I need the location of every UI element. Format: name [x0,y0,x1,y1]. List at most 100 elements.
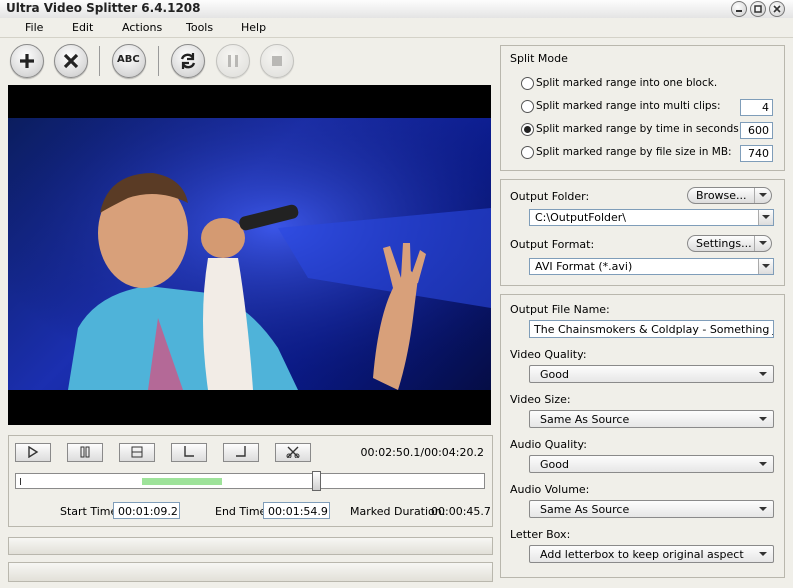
audio-quality-label: Audio Quality: [510,438,587,451]
pause-button[interactable] [216,44,250,78]
encoding-options-group: Output File Name: The Chainsmokers & Col… [500,294,785,578]
window-title: Ultra Video Splitter 6.4.1208 [6,1,201,15]
audio-quality-select[interactable]: Good [529,455,774,473]
split-by-time-label: Split marked range by time in seconds: [536,123,743,135]
output-format-value: AVI Format (*.avi) [535,260,633,273]
maximize-icon[interactable] [750,1,766,17]
chevron-down-icon [759,462,767,466]
menu-actions[interactable]: Actions [122,21,162,34]
split-multi-clips-label: Split marked range into multi clips: [536,100,721,112]
menu-edit[interactable]: Edit [72,21,93,34]
set-start-button[interactable] [171,443,207,462]
menu-file[interactable]: File [25,21,43,34]
chevron-down-icon [762,264,770,268]
browse-button[interactable]: Browse... [687,187,772,204]
player-controls: 00:02:50.1/00:04:20.2 Start Time: 00:01:… [8,435,493,527]
start-time-label: Start Time: [60,505,121,518]
file-name-input[interactable]: The Chainsmokers & Coldplay - Something … [529,320,774,338]
audio-volume-select[interactable]: Same As Source [529,500,774,518]
output-format-label: Output Format: [510,238,595,251]
menu-bar: File Edit Actions Tools Help [0,18,793,38]
chevron-down-icon [759,193,767,197]
video-quality-label: Video Quality: [510,348,587,361]
split-by-time-radio[interactable] [521,123,534,136]
audio-volume-value: Same As Source [540,503,630,516]
video-size-select[interactable]: Same As Source [529,410,774,428]
multi-clips-field[interactable]: 4 [740,99,773,116]
x-icon [63,53,79,69]
title-bar: Ultra Video Splitter 6.4.1208 [0,0,793,19]
video-quality-select[interactable]: Good [529,365,774,383]
window-controls [731,1,785,17]
split-mode-title: Split Mode [510,52,568,65]
video-frame [8,118,491,390]
marked-duration-value: 00:00:45.7 [431,505,491,518]
file-size-field[interactable]: 740 [740,145,773,162]
marked-range [142,478,222,485]
video-size-label: Video Size: [510,393,571,406]
end-time-label: End Time: [215,505,271,518]
chevron-down-icon [759,241,767,245]
output-group: Output Folder: Browse... C:\OutputFolder… [500,179,785,286]
time-seconds-field[interactable]: 600 [740,122,773,139]
letter-box-select[interactable]: Add letterbox to keep original aspect [529,545,774,563]
progress-bar [8,537,493,555]
chevron-down-icon [759,552,767,556]
stop-playback-button[interactable] [119,443,155,462]
output-folder-combo[interactable]: C:\OutputFolder\ [529,209,774,226]
chevron-down-icon [759,507,767,511]
audio-volume-label: Audio Volume: [510,483,590,496]
seek-handle[interactable] [311,471,321,491]
toolbar-separator [158,46,159,76]
end-time-field[interactable]: 00:01:54.9 [263,502,330,519]
pause-playback-button[interactable] [67,443,103,462]
stop-button[interactable] [260,44,294,78]
output-folder-value: C:\OutputFolder\ [535,211,627,224]
split-one-block-label: Split marked range into one block. [536,77,718,89]
settings-button[interactable]: Settings... [687,235,772,252]
start-marker [20,478,21,485]
settings-label: Settings... [696,237,752,250]
audio-quality-value: Good [540,458,569,471]
split-by-size-radio[interactable] [521,146,534,159]
play-icon [28,446,39,458]
refresh-icon [180,53,196,69]
chevron-down-icon [762,215,770,219]
video-preview [8,85,491,425]
add-file-button[interactable] [10,44,44,78]
chevron-down-icon [759,372,767,376]
file-name-value: The Chainsmokers & Coldplay - Something … [534,323,773,336]
menu-help[interactable]: Help [241,21,266,34]
seek-bar[interactable] [15,471,485,491]
scissors-icon [286,446,300,458]
menu-tools[interactable]: Tools [186,21,213,34]
stop-icon [272,56,282,66]
clear-marks-button[interactable] [275,443,311,462]
pause-icon [228,55,238,67]
browse-label: Browse... [696,189,747,202]
video-frame-image [8,118,491,390]
video-quality-value: Good [540,368,569,381]
pause-icon [80,446,90,458]
remove-file-button[interactable] [54,44,88,78]
plus-icon [20,54,34,68]
stop-icon [131,446,143,458]
output-format-combo[interactable]: AVI Format (*.avi) [529,258,774,275]
set-end-button[interactable] [223,443,259,462]
start-time-field[interactable]: 00:01:09.2 [113,502,180,519]
minimize-icon[interactable] [731,1,747,17]
toolbar-separator [99,46,100,76]
split-mode-group: Split Mode Split marked range into one b… [500,45,785,171]
split-one-block-radio[interactable] [521,77,534,90]
close-icon[interactable] [769,1,785,17]
split-by-size-label: Split marked range by file size in MB: [536,146,732,158]
convert-button[interactable] [171,44,205,78]
split-multi-clips-radio[interactable] [521,100,534,113]
rename-button[interactable]: ABC [112,44,146,78]
output-folder-label: Output Folder: [510,190,590,203]
play-button[interactable] [15,443,51,462]
mark-end-icon [236,446,246,457]
file-name-label: Output File Name: [510,303,610,316]
video-size-value: Same As Source [540,413,630,426]
abc-icon: ABC [117,54,140,65]
